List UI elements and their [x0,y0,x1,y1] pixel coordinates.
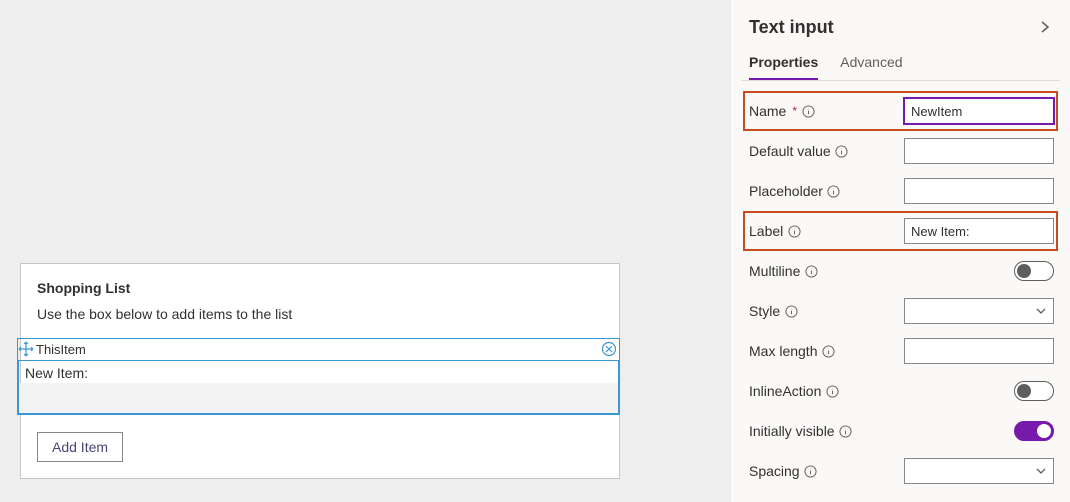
new-item-control[interactable]: New Item: [18,360,619,414]
info-icon[interactable] [821,344,835,358]
prop-row-name: Name * [743,91,1058,131]
name-input[interactable] [904,98,1054,124]
inlineaction-toggle[interactable] [1014,381,1054,401]
name-label: Name [749,103,786,119]
panel-tabs: Properties Advanced [741,48,1060,81]
remove-control-icon[interactable] [601,341,617,357]
panel-title: Text input [749,17,834,38]
properties-panel: Text input Properties Advanced Name * De… [730,0,1070,502]
default-label: Default value [749,143,831,159]
card-subtitle: Use the box below to add items to the li… [37,306,603,322]
info-icon[interactable] [827,184,841,198]
info-icon[interactable] [835,144,849,158]
move-handle-icon[interactable] [18,341,34,357]
info-icon[interactable] [801,104,815,118]
chevron-down-icon [1035,305,1047,317]
tab-properties[interactable]: Properties [749,48,818,80]
maxlength-input[interactable] [904,338,1054,364]
style-label: Style [749,303,780,319]
card-title: Shopping List [37,280,603,296]
maxlength-label: Max length [749,343,817,359]
chevron-down-icon [1035,465,1047,477]
info-icon[interactable] [825,384,839,398]
style-select[interactable] [904,298,1054,324]
default-input[interactable] [904,138,1054,164]
required-star: * [792,104,797,118]
placeholder-label: Placeholder [749,183,823,199]
placeholder-input[interactable] [904,178,1054,204]
info-icon[interactable] [804,464,818,478]
selected-control-outline[interactable]: ThisItem New Item: [17,338,620,415]
canvas-area[interactable]: Shopping List Use the box below to add i… [0,0,730,502]
add-item-button[interactable]: Add Item [37,432,123,462]
prop-row-style: Style [743,291,1058,331]
label-input[interactable] [904,218,1054,244]
label-label: Label [749,223,783,239]
multiline-toggle[interactable] [1014,261,1054,281]
prop-row-multiline: Multiline [743,251,1058,291]
info-icon[interactable] [787,224,801,238]
new-item-textbox[interactable] [19,383,618,413]
prop-row-inlineaction: InlineAction [743,371,1058,411]
prop-row-label: Label [743,211,1058,251]
inlineaction-label: InlineAction [749,383,821,399]
info-icon[interactable] [804,264,818,278]
expand-panel-icon[interactable] [1034,16,1056,38]
prop-row-maxlength: Max length [743,331,1058,371]
prop-row-initvisible: Initially visible [743,411,1058,451]
tab-advanced[interactable]: Advanced [840,48,902,80]
spacing-label: Spacing [749,463,800,479]
initvisible-label: Initially visible [749,423,835,439]
info-icon[interactable] [839,424,853,438]
info-icon[interactable] [784,304,798,318]
spacing-select[interactable] [904,458,1054,484]
new-item-label: New Item: [19,361,618,383]
prop-row-default: Default value [743,131,1058,171]
selection-name: ThisItem [36,342,86,357]
prop-row-spacing: Spacing [743,451,1058,491]
initvisible-toggle[interactable] [1014,421,1054,441]
multiline-label: Multiline [749,263,800,279]
prop-row-placeholder: Placeholder [743,171,1058,211]
selection-header[interactable]: ThisItem [18,339,619,360]
